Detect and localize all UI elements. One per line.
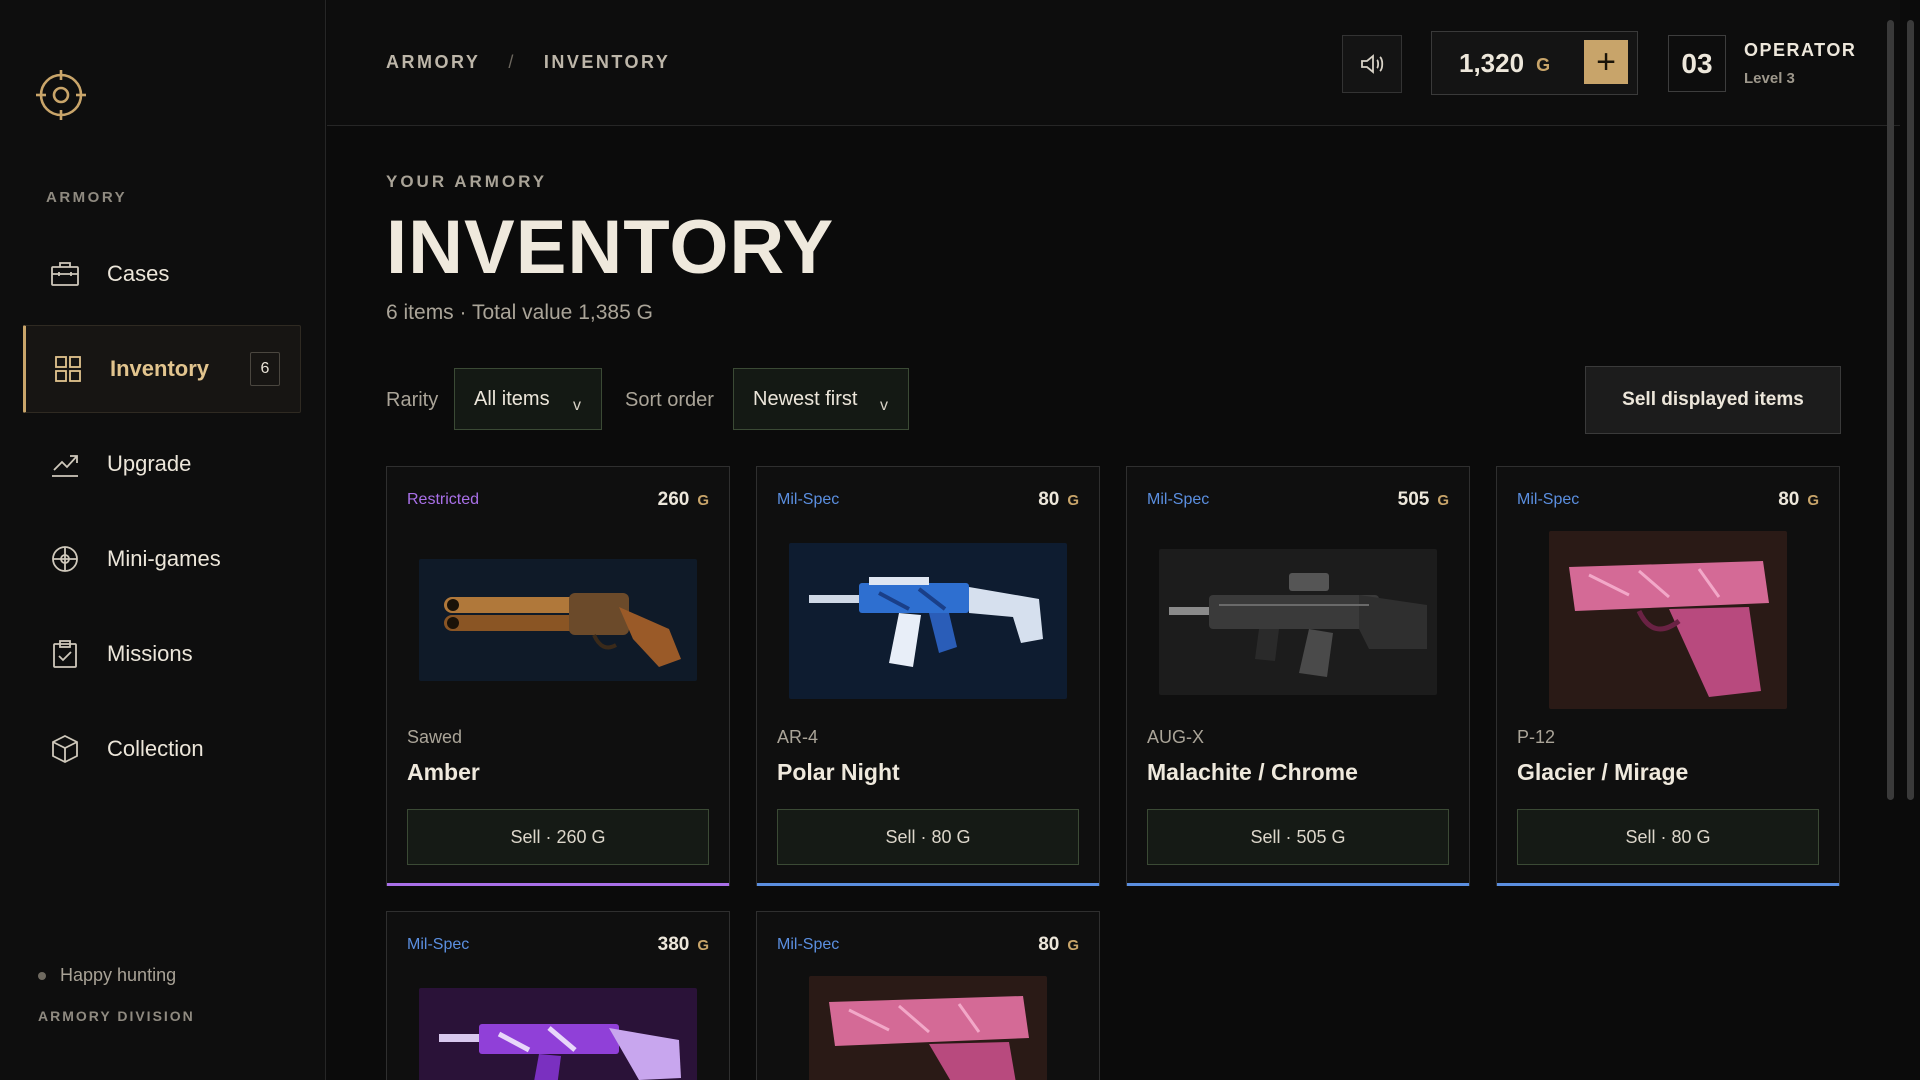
weapon-image: [1159, 549, 1437, 695]
sidebar-item-label: Cases: [107, 261, 170, 286]
page-scrollbar[interactable]: [1907, 20, 1914, 800]
sound-toggle-button[interactable]: [1342, 35, 1402, 93]
top-bar: ARMORY / INVENTORY 1,320 G + 03 OPERATOR…: [327, 0, 1900, 800]
weapon-image: [789, 543, 1067, 699]
rarity-label: Mil-Spec: [407, 936, 470, 953]
breadcrumb-armory[interactable]: ARMORY: [386, 52, 480, 73]
item-model: Sawed: [407, 727, 463, 747]
operator-level: Level 3: [1744, 70, 1795, 87]
rarity-bar: [387, 883, 729, 886]
sidebar-item-missions[interactable]: Missions: [23, 610, 301, 698]
operator-info[interactable]: OPERATOR Level 3: [1744, 40, 1856, 87]
rarity-bar: [1497, 883, 1839, 886]
division-label: ARMORY DIVISION: [38, 1008, 195, 1024]
item-price: 80 G: [1778, 489, 1819, 510]
item-card[interactable]: Mil-Spec 80 G P-12 Glacier / Mirage Sell …: [1496, 466, 1840, 886]
sidebar-item-label: Inventory: [110, 356, 210, 381]
scrollbar[interactable]: [1887, 20, 1894, 800]
balance-amount: 1,320: [1459, 47, 1525, 78]
cube-icon: [49, 733, 81, 765]
briefcase-icon: [49, 258, 81, 290]
item-model: AR-4: [777, 727, 819, 747]
sell-item-button[interactable]: Sell · 80 G: [777, 809, 1079, 865]
sidebar: ARMORY Cases Inventory 6 Upgrade Mini-ga…: [0, 0, 326, 1080]
weapon-image: [419, 988, 697, 1080]
page-title: INVENTORY: [386, 205, 835, 290]
item-name: Amber: [407, 759, 480, 785]
sort-select-value: Newest first: [753, 387, 858, 410]
sidebar-item-collection[interactable]: Collection: [23, 705, 301, 793]
item-price: 260 G: [657, 489, 709, 510]
page-eyebrow: YOUR ARMORY: [386, 172, 548, 191]
rarity-label: Restricted: [407, 491, 480, 508]
sidebar-section-label: ARMORY: [46, 189, 128, 206]
rarity-select[interactable]: All items v: [454, 368, 602, 430]
weapon-image: [419, 559, 697, 681]
operator-title: OPERATOR: [1744, 40, 1857, 60]
item-price: 380 G: [657, 934, 709, 955]
sidebar-item-label: Collection: [107, 736, 204, 761]
chevron-down-icon: v: [573, 397, 581, 414]
sort-select[interactable]: Newest first v: [733, 368, 909, 430]
status-dot-icon: [38, 971, 46, 980]
item-price: 505 G: [1397, 489, 1449, 510]
item-card[interactable]: Mil-Spec 505 G AUG-X Malachite / Chrome S…: [1126, 466, 1470, 886]
sort-label: Sort order: [625, 389, 714, 411]
weapon-image: [809, 976, 1047, 1080]
status-indicator: Happy hunting: [38, 965, 195, 986]
target-icon: [49, 543, 81, 575]
sidebar-item-upgrade[interactable]: Upgrade: [23, 420, 301, 508]
item-name: Polar Night: [777, 759, 900, 785]
sidebar-item-mini-games[interactable]: Mini-games: [23, 515, 301, 603]
rarity-label: Mil-Spec: [777, 491, 840, 508]
breadcrumb-inventory: INVENTORY: [543, 52, 671, 72]
chevron-down-icon: v: [880, 397, 888, 414]
sell-item-button[interactable]: Sell · 260 G: [407, 809, 709, 865]
sell-item-button[interactable]: Sell · 80 G: [1517, 809, 1819, 865]
rarity-label: Mil-Spec: [1147, 491, 1210, 508]
plus-icon: +: [1596, 43, 1616, 81]
status-text: Happy hunting: [60, 965, 177, 985]
sidebar-item-inventory[interactable]: Inventory 6: [23, 325, 301, 413]
weapon-image: [1549, 531, 1787, 709]
sidebar-item-cases[interactable]: Cases: [23, 230, 301, 318]
filter-bar: Rarity All items v Sort order Newest fir…: [386, 366, 1841, 434]
sidebar-nav: Cases Inventory 6 Upgrade Mini-games Mis…: [23, 230, 301, 800]
sidebar-footer: Happy hunting ARMORY DIVISION: [38, 965, 195, 1024]
sidebar-item-label: Mini-games: [107, 546, 221, 571]
trend-up-icon: [49, 448, 81, 480]
inventory-count-badge: 6: [250, 352, 280, 386]
breadcrumb: ARMORY / INVENTORY: [386, 52, 670, 73]
grid-icon: [52, 353, 84, 385]
crosshair-logo-icon[interactable]: [34, 68, 88, 122]
balance-display: 1,320 G +: [1431, 31, 1638, 95]
balance-currency: G: [1536, 54, 1551, 75]
item-card[interactable]: Restricted 260 G Sawed Amber Sell · 260 G: [386, 466, 730, 886]
rarity-label: Mil-Spec: [1517, 491, 1580, 508]
item-price: 80 G: [1038, 489, 1079, 510]
rarity-label: Mil-Spec: [777, 936, 840, 953]
speaker-icon: [1361, 54, 1384, 74]
sell-displayed-button[interactable]: Sell displayed items: [1585, 366, 1841, 434]
rarity-bar: [1127, 883, 1469, 886]
item-price: 80 G: [1038, 934, 1079, 955]
item-card[interactable]: Mil-Spec 380 G: [386, 911, 730, 1080]
sidebar-item-label: Upgrade: [107, 451, 192, 476]
sell-item-button[interactable]: Sell · 505 G: [1147, 809, 1449, 865]
page-subtitle: 6 items · Total value 1,385 G: [386, 301, 653, 324]
rarity-select-value: All items: [474, 387, 550, 410]
clipboard-icon: [49, 638, 81, 670]
breadcrumb-separator: /: [508, 52, 516, 72]
item-card[interactable]: Mil-Spec 80 G: [756, 911, 1100, 1080]
item-model: AUG-X: [1147, 727, 1205, 747]
rarity-label: Rarity: [386, 389, 439, 411]
item-name: Glacier / Mirage: [1517, 759, 1689, 785]
item-model: P-12: [1517, 727, 1556, 747]
add-funds-button[interactable]: +: [1584, 40, 1628, 84]
rarity-bar: [757, 883, 1099, 886]
item-name: Malachite / Chrome: [1147, 759, 1358, 785]
level-number: 03: [1668, 35, 1726, 92]
sidebar-item-label: Missions: [107, 641, 193, 666]
item-card[interactable]: Mil-Spec 80 G AR-4 Polar Night Sell · 80 …: [756, 466, 1100, 886]
